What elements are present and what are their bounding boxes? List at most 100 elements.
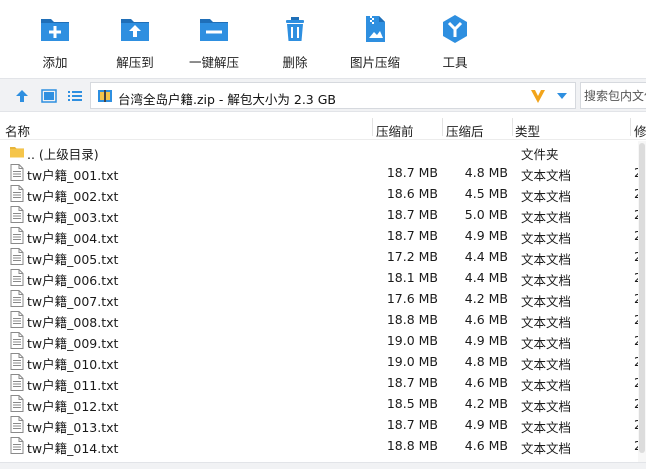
list-view-icon[interactable] (66, 87, 84, 105)
file-row[interactable]: tw户籍_007.txt 17.6 MB 4.2 MB 文本文档 2 (0, 288, 638, 309)
add-folder-icon (41, 19, 69, 41)
brand-logo-icon (531, 90, 545, 103)
column-after-size[interactable]: 压缩后 (446, 121, 484, 140)
file-size-before: 18.8 MB (386, 438, 438, 453)
column-modified[interactable]: 修 (634, 121, 646, 140)
detail-view-icon[interactable] (40, 87, 58, 105)
text-file-icon (10, 185, 24, 202)
column-divider[interactable] (512, 118, 513, 136)
text-file-icon (10, 227, 24, 244)
text-file-icon (10, 332, 24, 349)
file-type: 文本文档 (521, 168, 572, 183)
up-arrow-icon[interactable] (13, 87, 31, 105)
address-bar[interactable]: 台湾全岛户籍.zip - 解包大小为 2.3 GB (90, 82, 576, 109)
file-name: tw户籍_008.txt (27, 315, 119, 330)
file-size-before: 18.7 MB (386, 417, 438, 432)
delete-button[interactable]: 删除 (263, 10, 327, 70)
column-type[interactable]: 类型 (515, 121, 540, 140)
file-row[interactable]: tw户籍_002.txt 18.6 MB 4.5 MB 文本文档 2 (0, 183, 638, 204)
file-type: 文本文档 (521, 441, 572, 456)
image-compress-button[interactable]: 图片压缩 (343, 10, 407, 70)
file-size-before: 17.6 MB (386, 291, 438, 306)
parent-folder-row[interactable]: .. (上级目录) 文件夹 (0, 141, 638, 162)
file-name: tw户籍_006.txt (27, 273, 119, 288)
zip-archive-icon (98, 90, 112, 102)
text-file-icon (10, 437, 24, 454)
parent-folder-type: 文件夹 (521, 147, 559, 162)
text-file-icon (10, 164, 24, 181)
file-size-after: 4.8 MB (464, 165, 508, 180)
file-row[interactable]: tw户籍_004.txt 18.7 MB 4.9 MB 文本文档 2 (0, 225, 638, 246)
file-row[interactable]: tw户籍_005.txt 17.2 MB 4.4 MB 文本文档 2 (0, 246, 638, 267)
file-type: 文本文档 (521, 378, 572, 393)
text-file-icon (10, 353, 24, 370)
file-type: 文本文档 (521, 336, 572, 351)
file-size-after: 4.2 MB (464, 291, 508, 306)
file-row[interactable]: tw户籍_014.txt 18.8 MB 4.6 MB 文本文档 2 (0, 435, 638, 456)
one-click-extract-button[interactable]: 一键解压 (182, 10, 246, 70)
archive-path: 台湾全岛户籍.zip - 解包大小为 2.3 GB (118, 92, 336, 107)
file-size-before: 18.7 MB (386, 375, 438, 390)
image-compress-label: 图片压缩 (349, 55, 400, 70)
tools-button[interactable]: 工具 (423, 10, 487, 70)
file-row[interactable]: tw户籍_006.txt 18.1 MB 4.4 MB 文本文档 2 (0, 267, 638, 288)
file-size-after: 4.8 MB (464, 354, 508, 369)
file-row[interactable]: tw户籍_012.txt 18.5 MB 4.2 MB 文本文档 2 (0, 393, 638, 414)
column-before-size[interactable]: 压缩前 (376, 121, 414, 140)
file-type: 文本文档 (521, 399, 572, 414)
file-row[interactable]: tw户籍_001.txt 18.7 MB 4.8 MB 文本文档 2 (0, 162, 638, 183)
column-divider[interactable] (630, 118, 631, 136)
file-type: 文本文档 (521, 273, 572, 288)
chevron-down-icon[interactable] (555, 89, 569, 103)
file-row[interactable]: tw户籍_003.txt 18.7 MB 5.0 MB 文本文档 2 (0, 204, 638, 225)
extract-to-button[interactable]: 解压到 (103, 10, 167, 70)
image-compress-icon (366, 16, 385, 42)
search-box[interactable] (580, 82, 646, 109)
file-row[interactable]: tw户籍_010.txt 19.0 MB 4.8 MB 文本文档 2 (0, 351, 638, 372)
vertical-scrollbar[interactable] (638, 141, 646, 462)
file-size-after: 4.6 MB (464, 375, 508, 390)
parent-folder-name: .. (上级目录) (27, 147, 99, 162)
file-size-before: 18.6 MB (386, 186, 438, 201)
file-row[interactable]: tw户籍_009.txt 19.0 MB 4.9 MB 文本文档 2 (0, 330, 638, 351)
file-size-after: 4.5 MB (464, 186, 508, 201)
text-file-icon (10, 395, 24, 412)
add-button[interactable]: 添加 (23, 10, 87, 70)
column-divider[interactable] (372, 118, 373, 136)
file-size-after: 4.6 MB (464, 438, 508, 453)
trash-icon (286, 17, 304, 41)
delete-label: 删除 (282, 55, 308, 70)
file-name: tw户籍_011.txt (27, 378, 119, 393)
search-input[interactable] (581, 83, 646, 108)
column-divider[interactable] (442, 118, 443, 136)
file-size-after: 4.4 MB (464, 270, 508, 285)
file-type: 文本文档 (521, 210, 572, 225)
file-name: tw户籍_003.txt (27, 210, 119, 225)
text-file-icon (10, 311, 24, 328)
file-row[interactable]: tw户籍_013.txt 18.7 MB 4.9 MB 文本文档 2 (0, 414, 638, 435)
file-size-after: 4.6 MB (464, 312, 508, 327)
text-file-icon (10, 290, 24, 307)
column-name[interactable]: 名称 (5, 121, 30, 140)
file-name: tw户籍_007.txt (27, 294, 119, 309)
scrollbar-thumb[interactable] (639, 143, 645, 453)
file-size-after: 4.9 MB (464, 228, 508, 243)
file-size-after: 4.2 MB (464, 396, 508, 411)
text-file-icon (10, 206, 24, 223)
text-file-icon (10, 374, 24, 391)
file-size-after: 4.9 MB (464, 417, 508, 432)
file-size-before: 18.7 MB (386, 207, 438, 222)
file-name: tw户籍_013.txt (27, 420, 119, 435)
file-row[interactable]: tw户籍_011.txt 18.7 MB 4.6 MB 文本文档 2 (0, 372, 638, 393)
one-click-extract-icon (200, 19, 228, 41)
file-row[interactable]: tw户籍_008.txt 18.8 MB 4.6 MB 文本文档 2 (0, 309, 638, 330)
file-size-before: 18.8 MB (386, 312, 438, 327)
extract-to-icon (121, 19, 149, 41)
file-name: tw户籍_009.txt (27, 336, 119, 351)
file-size-after: 4.4 MB (464, 249, 508, 264)
toolbar: 添加 解压到 一键解压 删除 图片压缩 工具 (0, 0, 646, 76)
file-type: 文本文档 (521, 231, 572, 246)
file-type: 文本文档 (521, 189, 572, 204)
tools-label: 工具 (442, 55, 468, 70)
file-size-before: 18.7 MB (386, 165, 438, 180)
